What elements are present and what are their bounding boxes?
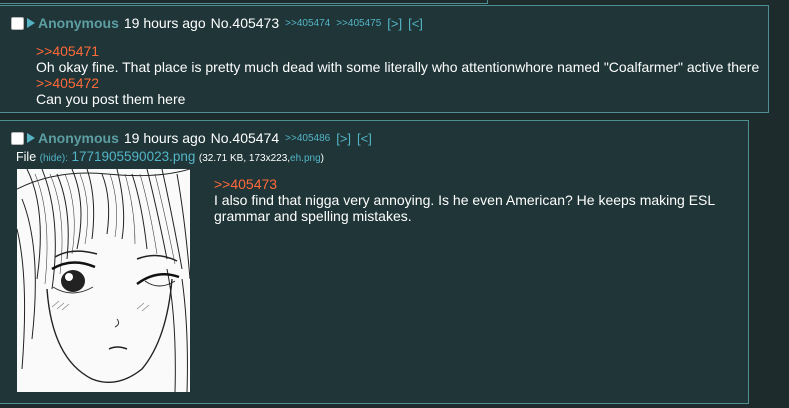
prev-post-link[interactable]: [<]	[408, 16, 423, 31]
backlink[interactable]: >>405475	[336, 18, 381, 29]
post-header: Anonymous 19 hours ago No.405474 >>40548…	[11, 129, 378, 147]
file-name-link[interactable]: 1771905590023.png	[71, 149, 195, 164]
next-post-link[interactable]: [>]	[336, 131, 351, 146]
prev-post-link[interactable]: [<]	[357, 131, 372, 146]
quote-link[interactable]: >>405472	[36, 75, 759, 91]
post-text: Can you post them here	[36, 91, 186, 107]
post-405474: Anonymous 19 hours ago No.405474 >>40548…	[0, 120, 749, 404]
post-number[interactable]: No.405473	[211, 15, 280, 31]
post-text: Oh okay fine. That place is pretty much …	[36, 59, 760, 75]
file-info: File (hide): 1771905590023.png (32.71 KB…	[16, 149, 324, 164]
file-meta: (32.71 KB, 173x223,	[198, 153, 291, 164]
post-time: 19 hours ago	[123, 15, 206, 31]
post-header: Anonymous 19 hours ago No.405473 >>40547…	[11, 14, 429, 32]
quote-link[interactable]: >>405473	[214, 176, 715, 192]
previous-post-edge	[0, 0, 488, 4]
file-meta-close: )	[320, 153, 324, 164]
file-source-link[interactable]: eh.png	[290, 153, 321, 164]
file-label: File	[16, 150, 37, 164]
post-text: grammar and spelling mistakes.	[214, 208, 412, 224]
next-post-link[interactable]: [>]	[387, 16, 402, 31]
backlink[interactable]: >>405474	[285, 18, 330, 29]
post-text: I also find that nigga very annoying. Is…	[214, 192, 716, 208]
file-thumbnail[interactable]	[17, 169, 190, 392]
select-checkbox[interactable]	[11, 16, 24, 30]
post-body: >>405471 Oh okay fine. That place is pre…	[36, 43, 759, 107]
hide-file-link[interactable]: (hide):	[40, 153, 68, 164]
select-checkbox[interactable]	[11, 131, 24, 145]
quote-link[interactable]: >>405471	[36, 43, 759, 59]
triangle-right-icon[interactable]	[27, 133, 35, 143]
poster-name: Anonymous	[38, 15, 119, 31]
post-body: >>405473 I also find that nigga very ann…	[214, 176, 715, 224]
post-time: 19 hours ago	[123, 130, 206, 146]
poster-name: Anonymous	[38, 130, 119, 146]
triangle-right-icon[interactable]	[27, 18, 35, 28]
manga-girl-image	[17, 169, 190, 392]
post-number[interactable]: No.405474	[211, 130, 280, 146]
backlink[interactable]: >>405486	[285, 133, 330, 144]
post-405473: Anonymous 19 hours ago No.405473 >>40547…	[0, 5, 769, 113]
